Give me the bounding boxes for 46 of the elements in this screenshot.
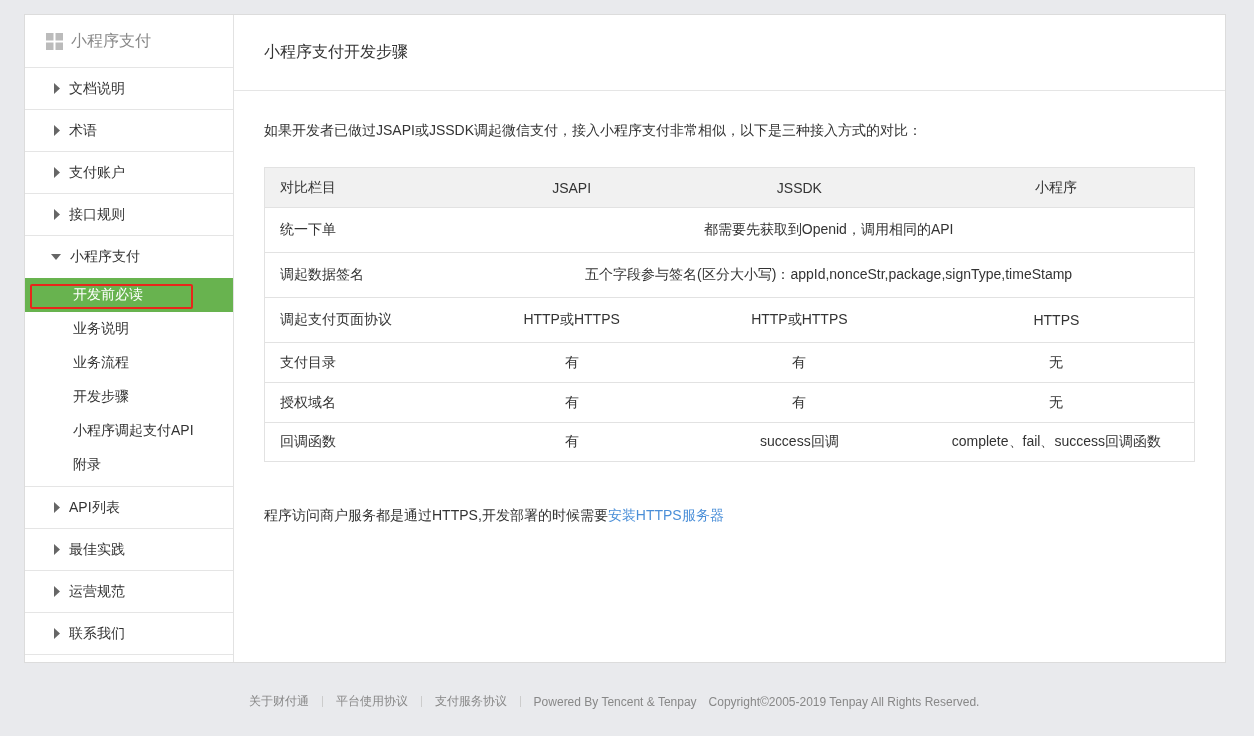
sidebar-item[interactable]: 最佳实践 — [25, 529, 233, 571]
table-cell: 有 — [680, 382, 920, 423]
table-cell: 有 — [680, 342, 920, 383]
table-cell: 支付目录 — [264, 342, 465, 383]
sidebar-subitem[interactable]: 附录 — [25, 448, 233, 482]
table-cell: HTTP或HTTPS — [680, 297, 920, 343]
column-header: JSSDK — [680, 167, 920, 208]
table-cell: 无 — [919, 382, 1195, 423]
copyright-text: Copyright©2005-2019 Tenpay All Rights Reserved. — [708, 694, 980, 709]
sidebar-item[interactable]: 支付账户 — [25, 152, 233, 194]
table-cell: HTTP或HTTPS — [464, 297, 680, 343]
sidebar-item[interactable]: 术语 — [25, 110, 233, 152]
sidebar-title: 小程序支付 — [71, 30, 151, 51]
powered-by-text: Powered By Tencent & Tenpay — [533, 694, 697, 709]
sidebar-subitem[interactable]: 小程序调起支付API — [25, 414, 233, 448]
sidebar-item[interactable]: 接口规则 — [25, 194, 233, 236]
table-cell: 有 — [464, 422, 680, 462]
sidebar-item[interactable]: API列表 — [25, 487, 233, 529]
column-header: JSAPI — [464, 167, 680, 208]
intro-text: 如果开发者已做过JSAPI或JSSDK调起微信支付，接入小程序支付非常相似，以下是三种接入方式的对比： — [264, 122, 924, 140]
table-cell: 有 — [464, 382, 680, 423]
sidebar-item[interactable]: 小程序支付 — [25, 236, 233, 278]
note-text: 程序访问商户服务都是通过HTTPS,开发部署的时候需要安装HTTPS服务器 — [264, 507, 725, 525]
sidebar-subitem[interactable]: 业务说明 — [25, 312, 233, 346]
sidebar-subitem[interactable]: 开发步骤 — [25, 380, 233, 414]
sidebar-item[interactable]: 文档说明 — [25, 68, 233, 110]
column-header: 对比栏目 — [264, 167, 465, 208]
table-cell: 调起支付页面协议 — [264, 297, 465, 343]
table-cell: 都需要先获取到Openid，调用相同的API — [464, 207, 1195, 253]
table-cell: 授权域名 — [264, 382, 465, 423]
table-cell: 五个字段参与签名(区分大小写)：appId,nonceStr,package,signType,timeStamp — [464, 252, 1195, 298]
table-cell: complete、fail、success回调函数 — [919, 422, 1195, 462]
grid-icon — [46, 32, 63, 50]
table-cell: HTTPS — [919, 297, 1195, 343]
sidebar-subitem[interactable]: 业务流程 — [25, 346, 233, 380]
table-cell: 调起数据签名 — [264, 252, 465, 298]
table-cell: 有 — [464, 342, 680, 383]
page-title: 小程序支付开发步骤 — [264, 42, 408, 62]
table-cell: 无 — [919, 342, 1195, 383]
table-cell: success回调 — [680, 422, 920, 462]
table-cell: 统一下单 — [264, 207, 465, 253]
sidebar-item[interactable]: 运营规范 — [25, 571, 233, 613]
column-header: 小程序 — [919, 167, 1195, 208]
install-link[interactable]: 安装HTTPS服务器 — [607, 507, 724, 523]
sidebar-item[interactable]: 联系我们 — [25, 613, 233, 655]
table-cell: 回调函数 — [264, 422, 465, 462]
